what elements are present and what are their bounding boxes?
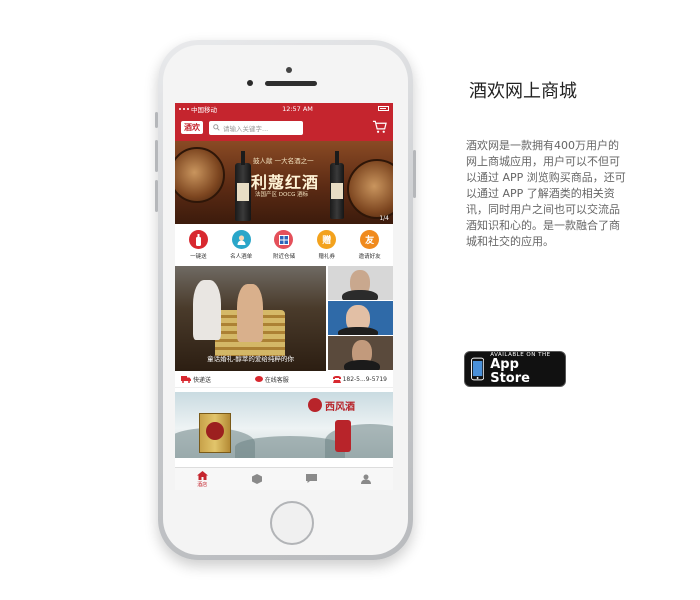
signal-dot xyxy=(187,107,189,110)
tab-bar: 酒店 xyxy=(175,467,393,490)
wine-box-image xyxy=(199,413,231,453)
barrel-image xyxy=(175,147,225,203)
promo-red-mark xyxy=(335,420,351,452)
tab-messages[interactable] xyxy=(284,468,339,490)
truck-icon xyxy=(181,375,191,383)
banner-page-indicator: 1/4 xyxy=(379,215,389,222)
groom-figure xyxy=(193,280,221,340)
status-time: 12:57 AM xyxy=(282,104,313,113)
category-label: 赠礼券 xyxy=(318,254,336,260)
celebrity-photo[interactable] xyxy=(328,301,393,335)
power-button xyxy=(413,150,416,198)
feature-main-image[interactable]: 童话婚礼-醇萃的爱给纯粹的你 xyxy=(175,266,326,371)
message-icon xyxy=(305,474,317,483)
tab-category[interactable] xyxy=(230,468,285,490)
app-header: 酒欢 请输入关键字... xyxy=(175,114,393,141)
search-icon xyxy=(213,124,220,131)
category-label: 附近仓储 xyxy=(272,254,295,260)
tab-home[interactable]: 酒店 xyxy=(175,468,230,490)
tab-profile[interactable] xyxy=(339,468,394,490)
brand-seal xyxy=(308,398,322,412)
service-phone[interactable]: 182-5...9-5719 xyxy=(332,375,387,383)
category-item-celebrity[interactable]: 名人酒单 xyxy=(221,230,261,264)
page: 中国移动 12:57 AM 酒欢 请输入关键字... 鼓人献 一大名酒之一 利蔻… xyxy=(0,0,700,600)
service-delivery[interactable]: 快递送 xyxy=(181,375,211,384)
service-label: 快递送 xyxy=(193,376,212,384)
signal-dot xyxy=(179,107,181,110)
promo-image[interactable]: 西风酒 xyxy=(175,392,393,458)
box-icon xyxy=(251,473,262,484)
signal-dot xyxy=(183,107,185,110)
wine-bottle-image xyxy=(330,151,344,219)
home-icon xyxy=(196,470,208,480)
cart-icon[interactable] xyxy=(372,120,387,134)
promo-banner[interactable]: 鼓人献 一大名酒之一 利蔻红酒 法国产区 DOCG 酒标 1/4 xyxy=(175,141,393,224)
category-row: 一键送 名人酒单 附近仓储 赠 赠礼券 友 邀请好友 xyxy=(175,224,393,266)
celebrity-photo[interactable] xyxy=(328,266,393,300)
service-label: 在线客服 xyxy=(264,376,289,384)
app-store-button[interactable]: AVAILABLE ON THE App Store xyxy=(464,351,566,387)
battery-icon xyxy=(377,106,389,111)
category-label: 名人酒单 xyxy=(230,254,253,260)
description-text: 酒欢网是一款拥有400万用户的网上商城应用，用户可以不但可以通过 APP 浏览购… xyxy=(466,139,626,248)
home-button[interactable] xyxy=(270,501,314,545)
mute-switch xyxy=(155,112,158,128)
banner-subtext: 法国产区 DOCG 酒标 xyxy=(255,192,309,198)
bottle-icon xyxy=(188,230,208,249)
front-camera xyxy=(247,80,253,86)
volume-up-button xyxy=(155,140,158,172)
feature-grid: 童话婚礼-醇萃的爱给纯粹的你 xyxy=(175,266,393,371)
earpiece-speaker xyxy=(265,81,317,86)
phone-frame: 中国移动 12:57 AM 酒欢 请输入关键字... 鼓人献 一大名酒之一 利蔻… xyxy=(155,40,416,560)
celebrity-icon xyxy=(231,230,251,249)
gift-icon: 赠 xyxy=(317,230,337,249)
category-label: 一键送 xyxy=(190,254,207,260)
category-label: 邀请好友 xyxy=(358,254,381,260)
status-bar: 中国移动 12:57 AM xyxy=(175,103,393,114)
chat-icon xyxy=(254,375,263,382)
category-item-invite[interactable]: 友 邀请好友 xyxy=(350,230,390,264)
app-store-label: App Store xyxy=(490,357,530,386)
category-item-warehouse[interactable]: 附近仓储 xyxy=(264,230,304,264)
carrier-label: 中国移动 xyxy=(191,105,217,114)
app-logo: 酒欢 xyxy=(181,121,203,134)
app-store-text: AVAILABLE ON THE App Store xyxy=(490,352,559,386)
banner-tagline: 鼓人献 一大名酒之一 xyxy=(253,157,314,165)
phone-screen: 中国移动 12:57 AM 酒欢 请输入关键字... 鼓人献 一大名酒之一 利蔻… xyxy=(175,103,393,490)
celebrity-column xyxy=(328,266,393,371)
promo-brand-text: 西风酒 xyxy=(325,402,355,413)
celebrity-photo[interactable] xyxy=(328,336,393,370)
service-chat[interactable]: 在线客服 xyxy=(254,375,289,384)
service-label: 182-5...9-5719 xyxy=(342,375,387,383)
sensor-dot xyxy=(286,67,292,73)
status-left: 中国移动 xyxy=(179,104,217,114)
person-icon xyxy=(360,474,371,484)
friend-icon: 友 xyxy=(360,230,380,249)
tab-label: 酒店 xyxy=(197,481,208,488)
feature-caption: 童话婚礼-醇萃的爱给纯粹的你 xyxy=(207,355,294,363)
bride-figure xyxy=(237,284,263,342)
category-item-gift[interactable]: 赠 赠礼券 xyxy=(307,230,347,264)
services-row: 快递送 在线客服 182-5...9-5719 xyxy=(175,371,393,388)
page-title: 酒欢网上商城 xyxy=(469,81,577,102)
wine-bottle-image xyxy=(235,151,251,221)
phone-icon xyxy=(332,375,341,383)
category-item-delivery[interactable]: 一键送 xyxy=(178,230,218,264)
volume-down-button xyxy=(155,180,158,212)
status-right xyxy=(377,106,389,111)
search-placeholder: 请输入关键字... xyxy=(223,124,269,133)
iphone-icon xyxy=(471,357,485,381)
warehouse-icon xyxy=(274,230,294,249)
search-input[interactable]: 请输入关键字... xyxy=(209,120,303,135)
barrel-image xyxy=(347,159,393,219)
